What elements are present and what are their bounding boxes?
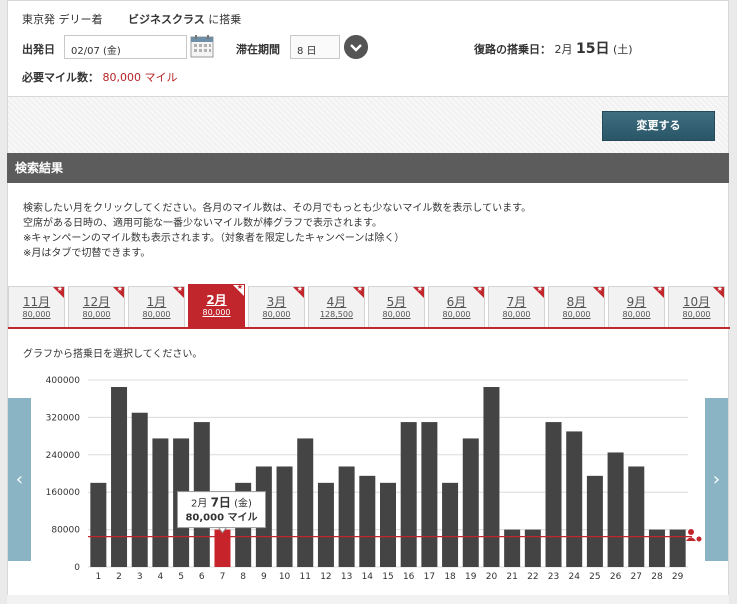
x-tick-label: 29 [672,572,684,582]
route-line: 東京発 デリー着 ビジネスクラス に搭乗 [22,11,241,27]
bar[interactable] [317,482,334,567]
bar[interactable] [359,475,376,567]
x-tick-label: 4 [158,572,164,582]
y-tick-label: 80000 [51,526,80,536]
bar[interactable] [566,431,583,567]
required-miles-value: 80,000 マイル [102,71,178,84]
x-tick-label: 13 [341,572,352,582]
x-tick-label: 5 [178,572,184,582]
x-tick-label: 20 [486,572,498,582]
required-miles-label: 必要マイル数： [22,71,99,84]
cabin-class: ビジネスクラス [128,13,205,26]
x-tick-label: 3 [137,572,143,582]
y-tick-label: 400000 [46,376,81,386]
x-tick-label: 14 [362,572,374,582]
results-title: 検索結果 [7,153,729,183]
selected-bar[interactable] [214,529,231,567]
bar[interactable] [442,482,459,567]
x-tick-label: 27 [631,572,642,582]
required-miles: 必要マイル数： 80,000 マイル [22,69,178,85]
bar[interactable] [648,529,665,567]
y-tick-label: 240000 [46,451,81,461]
y-tick-label: 0 [74,563,80,573]
depart-date-input[interactable]: 02/07 (金) [64,35,187,59]
bar[interactable] [338,466,355,567]
cabin-suffix: に搭乗 [208,13,242,26]
bar[interactable] [421,422,438,567]
y-tick-label: 320000 [46,413,81,423]
bar[interactable] [545,422,562,567]
x-tick-label: 7 [220,572,226,582]
x-tick-label: 18 [444,572,456,582]
x-tick-label: 8 [240,572,246,582]
x-tick-label: 15 [382,572,393,582]
x-tick-label: 1 [95,572,101,582]
x-tick-label: 22 [527,572,538,582]
miles-bar-chart: 4000003200002400001600008000001 2 3 4 5 6 7 8 9 1… [46,376,702,582]
return-date-label: 復路の搭乗日： [474,43,551,56]
depart-date-label: 出発日 [22,43,55,56]
x-tick-label: 23 [548,572,559,582]
x-tick-label: 25 [589,572,600,582]
bar[interactable] [152,438,169,567]
bar[interactable] [297,438,314,567]
bar[interactable] [90,482,107,567]
person-marker-icon [686,529,702,542]
page: 東京発 デリー着 ビジネスクラス に搭乗 出発日 02/07 (金) 滞在期間 … [0,0,737,604]
bar[interactable] [607,452,624,567]
x-tick-label: 11 [300,572,311,582]
button-panel: 変更する [7,97,729,153]
bar[interactable] [111,387,128,567]
x-tick-label: 10 [279,572,291,582]
y-tick-label: 160000 [46,488,81,498]
bar[interactable] [669,529,686,567]
return-day: 15日 [576,41,610,57]
bar[interactable] [131,412,148,567]
x-tick-label: 28 [651,572,663,582]
x-tick-label: 2 [116,572,122,582]
x-tick-label: 21 [506,572,517,582]
x-tick-label: 19 [465,572,477,582]
bar[interactable] [504,529,521,567]
stay-period-label: 滞在期間 [236,43,280,56]
chevron-down-icon[interactable] [344,35,368,59]
bar[interactable] [524,529,541,567]
bar[interactable] [276,466,293,567]
tooltip-date: 2月 7日 (金) [191,496,252,510]
return-month: 2月 [554,43,573,56]
return-weekday: (土) [612,43,633,56]
bar[interactable] [462,438,479,567]
bottom-strip [7,595,729,604]
bar[interactable] [380,482,396,567]
stay-period-select[interactable]: 8 日 [290,35,340,59]
x-tick-label: 6 [199,572,205,582]
x-tick-label: 12 [320,572,331,582]
bar[interactable] [586,475,603,567]
tooltip-miles: 80,000 マイル [185,512,257,524]
change-button[interactable]: 変更する [602,111,715,141]
return-date: 復路の搭乗日： 2月 15日 (土) [474,38,633,58]
x-tick-label: 17 [424,572,435,582]
calendar-icon[interactable] [190,34,214,59]
results-body: 検索したい月をクリックしてください。各月のマイル数は、その月でもっとも少ないマイ… [7,183,730,604]
bar[interactable] [400,422,417,567]
x-tick-label: 16 [403,572,415,582]
bar[interactable] [483,387,500,567]
bar[interactable] [628,466,645,567]
x-tick-label: 9 [261,572,267,582]
x-tick-label: 26 [610,572,622,582]
search-conditions-panel: 東京発 デリー着 ビジネスクラス に搭乗 出発日 02/07 (金) 滞在期間 … [7,0,729,97]
x-tick-label: 24 [568,572,580,582]
route-text: 東京発 デリー着 [22,13,103,26]
